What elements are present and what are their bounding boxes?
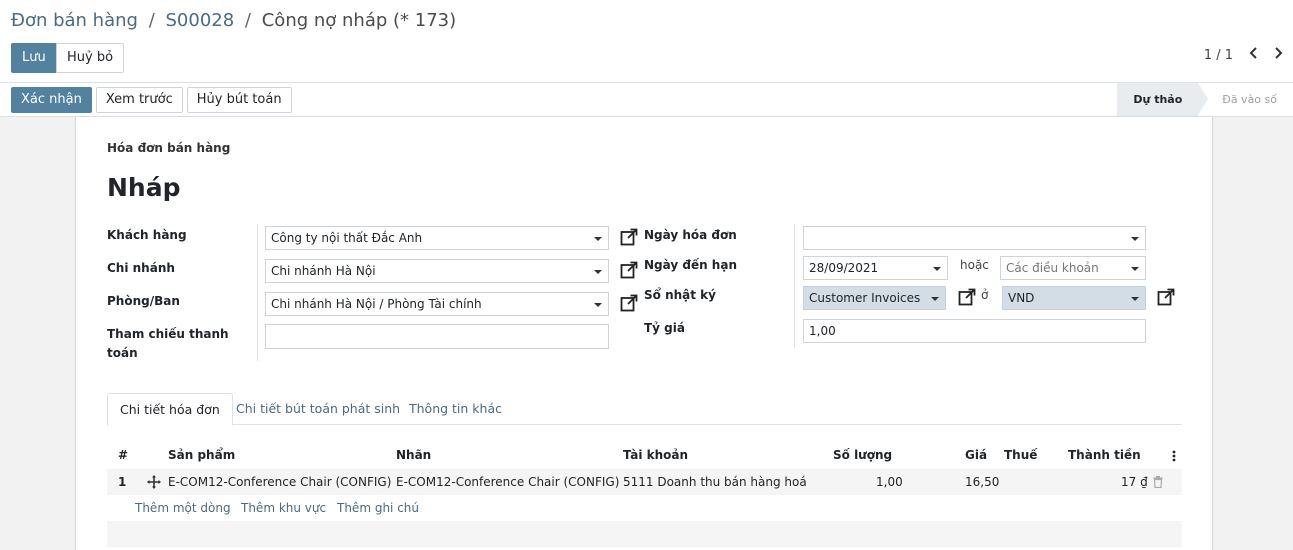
column-header-number: # — [118, 448, 129, 462]
drag-handle-icon[interactable] — [147, 475, 161, 489]
caret-down-icon — [1131, 237, 1139, 241]
breadcrumb-sales-orders[interactable]: Đơn bán hàng — [11, 10, 138, 31]
caret-down-icon — [1131, 267, 1139, 271]
row-number: 1 — [118, 475, 127, 489]
chevron-left-icon[interactable] — [1249, 47, 1258, 63]
customer-label: Khách hàng — [107, 228, 187, 242]
status-stages: Dự thảo Đã vào số — [1117, 83, 1293, 116]
column-header-subtotal[interactable]: Thành tiền — [1068, 448, 1141, 462]
document-type: Hóa đơn bán hàng — [107, 141, 231, 155]
form-sheet: Hóa đơn bán hàng Nháp Khách hàng Công ty… — [75, 117, 1213, 550]
caret-down-icon — [931, 297, 939, 301]
due-date-label: Ngày đến hạn — [644, 258, 737, 272]
caret-down-icon — [594, 303, 602, 307]
branch-label: Chi nhánh — [107, 261, 175, 275]
department-select[interactable]: Chi nhánh Hà Nội / Phòng Tài chính — [265, 292, 609, 316]
external-link-icon[interactable] — [958, 288, 976, 306]
breadcrumb-separator: / — [148, 10, 155, 31]
breadcrumb: Đơn bán hàng / S00028 / Công nợ nháp (* … — [11, 10, 456, 31]
cancel-entry-button[interactable]: Hủy bút toán — [186, 87, 292, 113]
separator-line — [257, 224, 258, 361]
payment-reference-input[interactable] — [265, 324, 609, 349]
tab-journal-items[interactable]: Chi tiết bút toán phát sinh — [224, 393, 412, 425]
due-date-value: 28/09/2021 — [809, 261, 879, 275]
caret-down-icon — [1131, 297, 1139, 301]
journal-select[interactable]: Customer Invoices — [803, 286, 946, 310]
breadcrumb-separator: / — [244, 10, 251, 31]
column-options-icon[interactable] — [1172, 450, 1176, 462]
row-account[interactable]: 5111 Doanh thu bán hàng hoá — [623, 475, 807, 489]
column-header-price[interactable]: Giá — [965, 448, 987, 462]
customer-value: Công ty nội thất Đắc Anh — [271, 231, 423, 245]
exchange-rate-label: Tỷ giá — [644, 321, 685, 335]
document-title: Nháp — [107, 173, 181, 202]
save-button[interactable]: Lưu — [11, 43, 57, 73]
table-footer — [107, 521, 1182, 547]
add-line-link[interactable]: Thêm một dòng — [135, 501, 231, 515]
notebook-tabs: Chi tiết hóa đơn Chi tiết bút toán phát … — [107, 393, 1182, 426]
caret-down-icon — [594, 270, 602, 274]
column-header-quantity[interactable]: Số lượng — [833, 448, 892, 462]
breadcrumb-current: Công nợ nháp (* 173) — [261, 10, 457, 31]
payment-reference-label-line1: Tham chiếu thanh — [107, 327, 229, 341]
pager-value[interactable]: 1 / 1 — [1204, 48, 1233, 63]
statusbar: Xác nhận Xem trước Hủy bút toán Dự thảo … — [0, 83, 1293, 117]
stage-draft[interactable]: Dự thảo — [1117, 83, 1209, 116]
row-product[interactable]: E-COM12-Conference Chair (CONFIG) — [168, 475, 391, 489]
invoice-date-label: Ngày hóa đơn — [644, 228, 737, 242]
payment-reference-label-line2: toán — [107, 346, 138, 360]
separator-line — [794, 224, 795, 348]
payment-reference-label: Tham chiếu thanh toán — [107, 325, 229, 363]
pager: 1 / 1 — [1204, 47, 1283, 63]
preview-button[interactable]: Xem trước — [95, 87, 183, 113]
trash-icon[interactable] — [1153, 476, 1163, 488]
confirm-button[interactable]: Xác nhận — [11, 87, 92, 113]
department-value: Chi nhánh Hà Nội / Phòng Tài chính — [271, 297, 482, 311]
external-link-icon[interactable] — [1157, 288, 1175, 306]
column-header-label[interactable]: Nhãn — [396, 448, 431, 462]
payment-terms-select[interactable]: Các điều khoản — [1000, 256, 1146, 280]
department-label: Phòng/Ban — [107, 294, 180, 308]
exchange-rate-input[interactable]: 1,00 — [803, 319, 1146, 343]
tab-other-info[interactable]: Thông tin khác — [397, 393, 514, 425]
column-header-product[interactable]: Sản phẩm — [168, 448, 235, 462]
column-header-tax[interactable]: Thuế — [1004, 448, 1037, 462]
row-label[interactable]: E-COM12-Conference Chair (CONFIG) — [396, 475, 619, 489]
row-quantity[interactable]: 1,00 — [876, 475, 903, 489]
control-panel: Đơn bán hàng / S00028 / Công nợ nháp (* … — [0, 0, 1293, 83]
invoice-date-input[interactable] — [803, 226, 1146, 250]
external-link-icon[interactable] — [620, 228, 638, 246]
row-price[interactable]: 16,50 — [965, 475, 999, 489]
in-label: ở — [981, 288, 989, 302]
row-subtotal: 17 ₫ — [1121, 475, 1148, 489]
breadcrumb-order[interactable]: S00028 — [166, 10, 235, 31]
stage-posted[interactable]: Đã vào số — [1198, 83, 1293, 116]
journal-value: Customer Invoices — [809, 291, 921, 305]
caret-down-icon — [594, 237, 602, 241]
add-note-link[interactable]: Thêm ghi chú — [337, 501, 419, 515]
add-section-link[interactable]: Thêm khu vực — [241, 501, 326, 515]
payment-terms-placeholder: Các điều khoản — [1006, 261, 1099, 275]
branch-select[interactable]: Chi nhánh Hà Nội — [265, 259, 609, 283]
branch-value: Chi nhánh Hà Nội — [271, 264, 376, 278]
external-link-icon[interactable] — [620, 294, 638, 312]
customer-select[interactable]: Công ty nội thất Đắc Anh — [265, 226, 609, 250]
caret-down-icon — [933, 267, 941, 271]
chevron-right-icon[interactable] — [1274, 47, 1283, 63]
column-header-account[interactable]: Tài khoản — [623, 448, 688, 462]
or-label: hoặc — [960, 258, 989, 272]
currency-select[interactable]: VND — [1002, 286, 1146, 310]
tab-invoice-lines[interactable]: Chi tiết hóa đơn — [107, 393, 233, 426]
external-link-icon[interactable] — [620, 261, 638, 279]
currency-value: VND — [1008, 291, 1035, 305]
journal-label: Sổ nhật ký — [644, 288, 716, 302]
due-date-input[interactable]: 28/09/2021 — [803, 256, 948, 280]
discard-button[interactable]: Huỷ bỏ — [56, 43, 125, 73]
